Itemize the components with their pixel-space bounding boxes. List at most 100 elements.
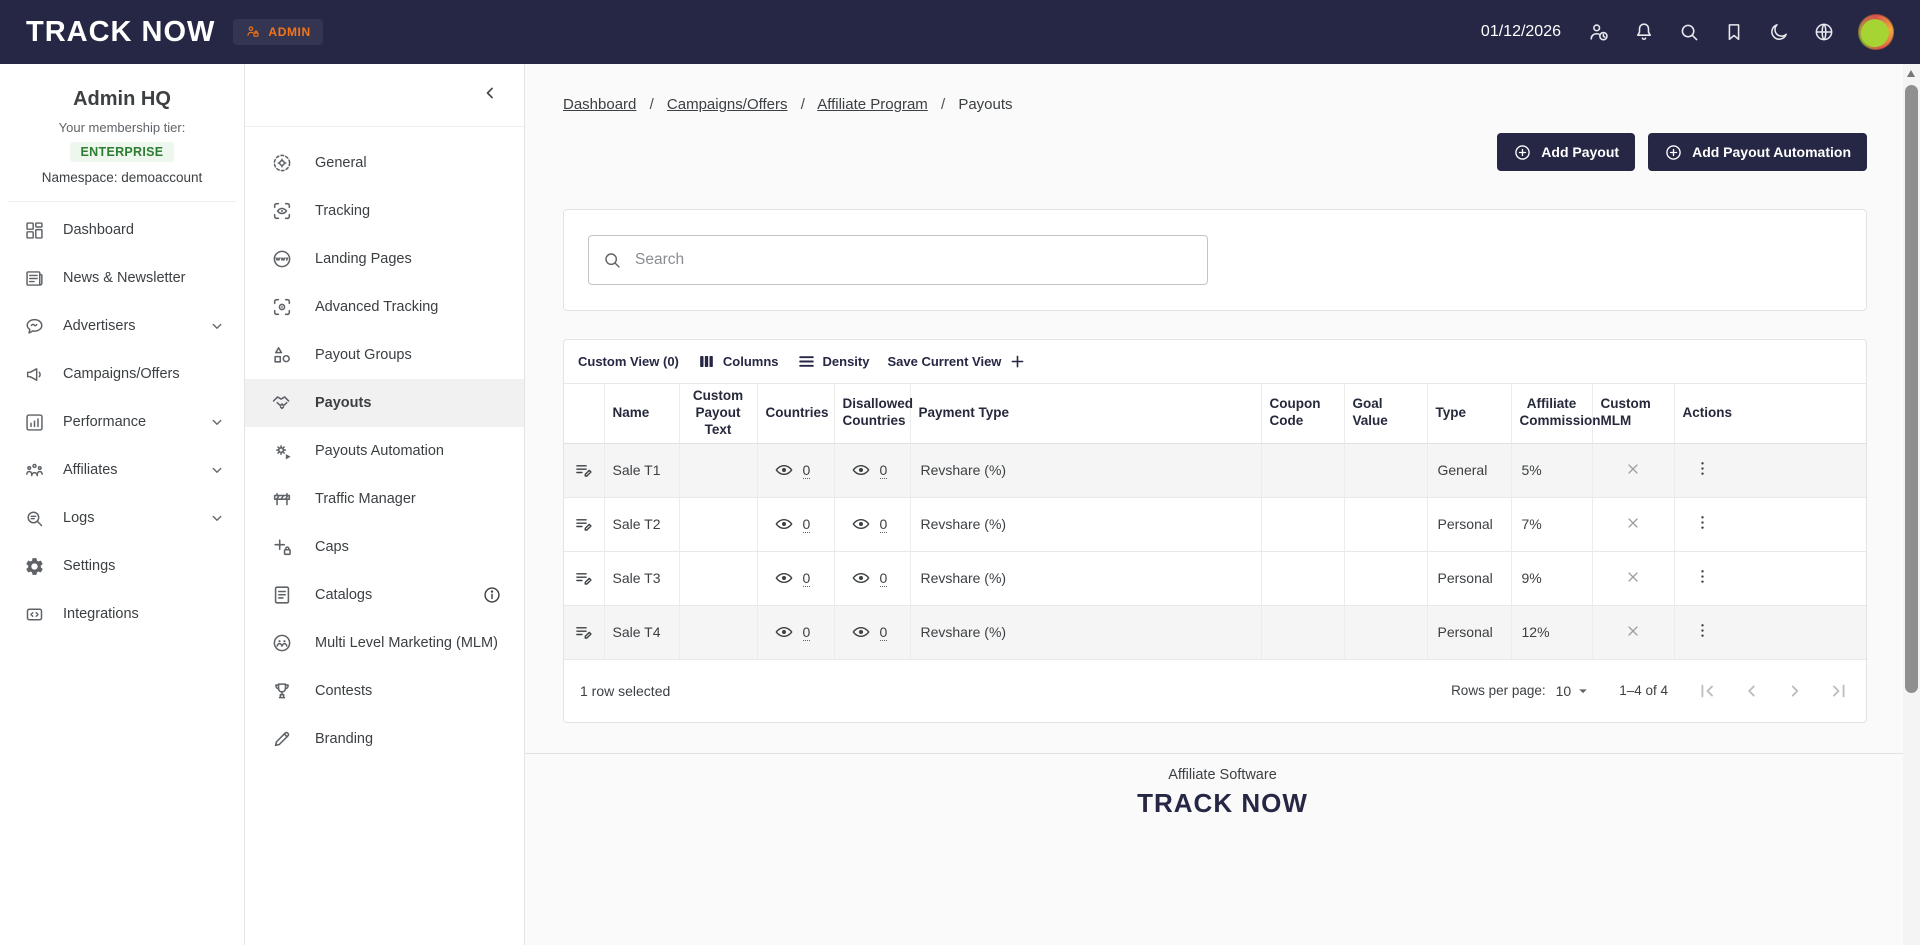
countries-count[interactable]: 0 <box>803 570 811 587</box>
sidebar-item-news-newsletter[interactable]: News & Newsletter <box>0 254 244 302</box>
countries-count[interactable]: 0 <box>803 516 811 533</box>
submenu-item-catalogs[interactable]: Catalogs <box>245 571 524 619</box>
submenu-item-general[interactable]: General <box>245 139 524 187</box>
scrollbar-up-arrow-icon[interactable] <box>1907 70 1915 77</box>
submenu-item-landing-pages[interactable]: Landing Pages <box>245 235 524 283</box>
eye-icon[interactable] <box>774 622 794 642</box>
next-page-icon[interactable] <box>1784 680 1806 702</box>
table-toolbar: Custom View (0) Columns Density Save Cur… <box>564 340 1866 384</box>
disallowed-countries-count[interactable]: 0 <box>880 570 888 587</box>
header-actions: Actions <box>1674 384 1866 443</box>
header-coupon-code[interactable]: Coupon Code <box>1261 384 1344 443</box>
info-icon[interactable] <box>482 585 502 605</box>
sidebar-item-settings[interactable]: Settings <box>0 542 244 590</box>
sidebar-item-performance[interactable]: Performance <box>0 398 244 446</box>
row-actions-kebab-icon[interactable] <box>1693 459 1712 478</box>
header-affiliate-commission[interactable]: Affiliate Commission <box>1511 384 1592 443</box>
disallowed-countries-count[interactable]: 0 <box>880 516 888 533</box>
row-edit-icon[interactable] <box>574 622 594 642</box>
current-date: 01/12/2026 <box>1481 23 1561 41</box>
submenu-item-advanced-tracking[interactable]: Advanced Tracking <box>245 283 524 331</box>
sidebar-item-affiliates[interactable]: Affiliates <box>0 446 244 494</box>
submenu-item-tracking[interactable]: Tracking <box>245 187 524 235</box>
row-actions-kebab-icon[interactable] <box>1693 621 1712 640</box>
user-session-icon[interactable] <box>1588 21 1610 43</box>
previous-page-icon[interactable] <box>1740 680 1762 702</box>
add-payout-button[interactable]: Add Payout <box>1497 133 1635 171</box>
cell-type: General <box>1427 443 1511 497</box>
window-scrollbar[interactable] <box>1903 64 1920 945</box>
header-disallowed-countries[interactable]: Disallowed Countries <box>834 384 910 443</box>
notifications-bell-icon[interactable] <box>1633 21 1655 43</box>
row-actions-kebab-icon[interactable] <box>1693 513 1712 532</box>
countries-count[interactable]: 0 <box>803 624 811 641</box>
collapse-sidebar-icon[interactable] <box>480 83 500 103</box>
row-edit-icon[interactable] <box>574 460 594 480</box>
pager-buttons <box>1696 680 1850 702</box>
table-row[interactable]: Sale T2 0 0 Revshare (%) Personal 7% <box>564 497 1866 551</box>
table-row[interactable]: Sale T4 0 0 Revshare (%) Personal 12% <box>564 605 1866 659</box>
eye-icon[interactable] <box>851 568 871 588</box>
columns-button[interactable]: Columns <box>697 352 779 371</box>
sidebar-item-advertisers[interactable]: Advertisers <box>0 302 244 350</box>
row-edit-icon[interactable] <box>574 568 594 588</box>
countries-count[interactable]: 0 <box>803 462 811 479</box>
search-input[interactable] <box>633 250 1194 270</box>
dark-mode-moon-icon[interactable] <box>1768 21 1790 43</box>
header-goal-value[interactable]: Goal Value <box>1344 384 1427 443</box>
eye-icon[interactable] <box>774 568 794 588</box>
table-row[interactable]: Sale T3 0 0 Revshare (%) Personal 9% <box>564 551 1866 605</box>
user-avatar[interactable] <box>1858 14 1894 50</box>
header-name[interactable]: Name <box>604 384 679 443</box>
header-countries[interactable]: Countries <box>757 384 834 443</box>
disallowed-countries-count[interactable]: 0 <box>880 462 888 479</box>
bookmark-icon[interactable] <box>1723 21 1745 43</box>
header-custom-payout-text[interactable]: Custom Payout Text <box>679 384 757 443</box>
header-type[interactable]: Type <box>1427 384 1511 443</box>
scrollbar-thumb[interactable] <box>1905 85 1918 693</box>
first-page-icon[interactable] <box>1696 680 1718 702</box>
breadcrumb-dashboard[interactable]: Dashboard <box>563 96 636 113</box>
table-footer: 1 row selected Rows per page: 10 1–4 of … <box>564 660 1866 722</box>
submenu-item-payouts-automation[interactable]: Payouts Automation <box>245 427 524 475</box>
header-payment-type[interactable]: Payment Type <box>910 384 1261 443</box>
eye-icon[interactable] <box>774 514 794 534</box>
sidebar-item-dashboard[interactable]: Dashboard <box>0 206 244 254</box>
table-row[interactable]: Sale T1 0 0 Revshare (%) General 5% <box>564 443 1866 497</box>
rows-per-page-value: 10 <box>1556 683 1572 699</box>
save-current-view-button[interactable]: Save Current View <box>887 352 1027 371</box>
submenu-item-contests[interactable]: Contests <box>245 667 524 715</box>
density-button[interactable]: Density <box>797 352 870 371</box>
add-payout-automation-button[interactable]: Add Payout Automation <box>1648 133 1867 171</box>
cell-goal-value <box>1344 551 1427 605</box>
disallowed-countries-count[interactable]: 0 <box>880 624 888 641</box>
sidebar-item-logs[interactable]: Logs <box>0 494 244 542</box>
row-edit-icon[interactable] <box>574 514 594 534</box>
cell-affiliate-commission: 9% <box>1511 551 1592 605</box>
sidebar-item-campaigns-offers[interactable]: Campaigns/Offers <box>0 350 244 398</box>
eye-icon[interactable] <box>774 460 794 480</box>
eye-icon[interactable] <box>851 514 871 534</box>
submenu-item-caps[interactable]: Caps <box>245 523 524 571</box>
search-box[interactable] <box>588 235 1208 285</box>
admin-badge-label: ADMIN <box>268 25 310 39</box>
sidebar-item-integrations[interactable]: Integrations <box>0 590 244 638</box>
submenu-item-traffic-manager[interactable]: Traffic Manager <box>245 475 524 523</box>
last-page-icon[interactable] <box>1828 680 1850 702</box>
submenu-item-branding[interactable]: Branding <box>245 715 524 763</box>
language-globe-icon[interactable] <box>1813 21 1835 43</box>
custom-view-button[interactable]: Custom View (0) <box>578 354 679 369</box>
eye-icon[interactable] <box>851 622 871 642</box>
submenu-item-mlm[interactable]: Multi Level Marketing (MLM) <box>245 619 524 667</box>
breadcrumb-affiliate-program[interactable]: Affiliate Program <box>817 96 928 113</box>
breadcrumb-campaigns-offers[interactable]: Campaigns/Offers <box>667 96 788 113</box>
eye-icon[interactable] <box>851 460 871 480</box>
submenu-collapse-row <box>245 64 524 112</box>
header-custom-mlm[interactable]: Custom MLM <box>1592 384 1674 443</box>
row-actions-kebab-icon[interactable] <box>1693 567 1712 586</box>
rows-per-page-select[interactable]: 10 <box>1556 681 1594 701</box>
submenu-item-payouts[interactable]: Payouts <box>245 379 524 427</box>
submenu-item-payout-groups[interactable]: Payout Groups <box>245 331 524 379</box>
search-icon[interactable] <box>1678 21 1700 43</box>
search-icon <box>602 250 622 270</box>
